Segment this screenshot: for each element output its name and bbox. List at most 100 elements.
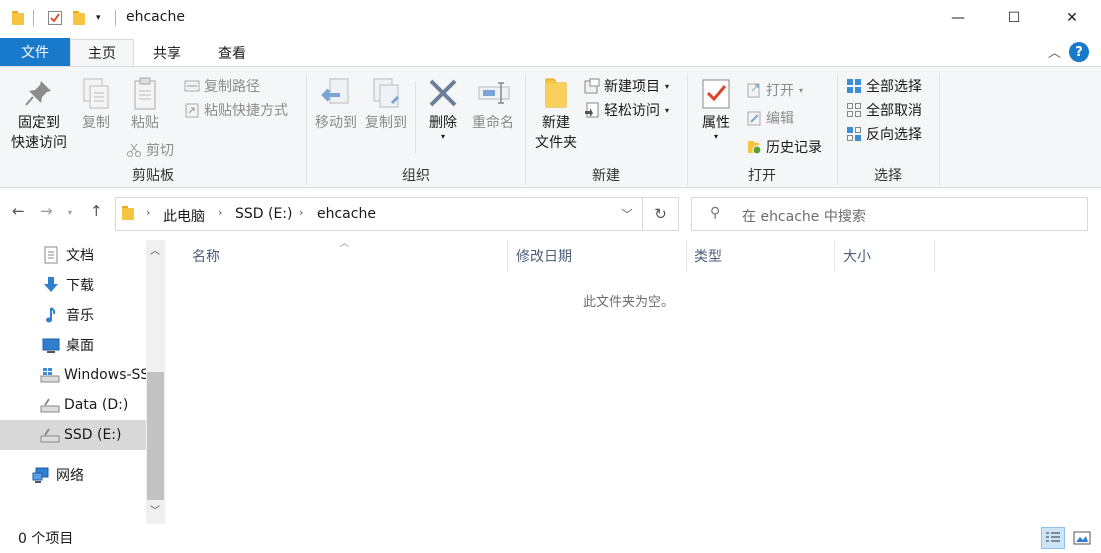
rename-button[interactable]: 重命名 — [467, 77, 519, 133]
nav-item-data-d[interactable]: Data (D:) — [0, 390, 146, 420]
refresh-icon[interactable]: ↻ — [642, 198, 678, 230]
properties-quick-icon[interactable] — [47, 9, 63, 27]
delete-x-icon — [427, 77, 459, 109]
nav-item-music[interactable]: 音乐 — [0, 300, 146, 330]
status-bar: 0 个项目 — [0, 524, 1101, 553]
group-label-open: 打开 — [748, 168, 776, 184]
delete-button[interactable]: 删除 ▾ — [421, 77, 465, 141]
cut-button[interactable]: 剪切 — [126, 139, 174, 161]
item-count: 0 个项目 — [18, 531, 74, 547]
properties-button[interactable]: 属性 ▾ — [694, 77, 738, 141]
move-to-icon — [320, 77, 352, 109]
up-arrow-icon[interactable]: ↑ — [90, 202, 103, 220]
group-select: 全部选择 全部取消 反向选择 选择 — [838, 67, 938, 188]
nav-item-desktop[interactable]: 桌面 — [0, 330, 146, 360]
select-all-icon — [846, 78, 862, 94]
large-icons-view-icon[interactable] — [1070, 527, 1094, 549]
tab-file[interactable]: 文件 — [0, 38, 70, 66]
column-header-date-modified[interactable]: 修改日期 — [516, 246, 686, 268]
copy-path-button[interactable]: 复制路径 — [184, 75, 260, 97]
music-icon — [42, 306, 60, 324]
breadcrumb-ssd-e[interactable]: SSD (E:) — [235, 206, 293, 222]
select-none-icon — [846, 102, 862, 118]
address-bar[interactable]: › 此电脑 › SSD (E:) › ehcache ﹀ ↻ — [115, 197, 679, 231]
paste-icon — [129, 77, 161, 110]
new-folder-icon — [540, 77, 572, 109]
group-label-organize: 组织 — [402, 168, 430, 184]
group-label-clipboard: 剪贴板 — [132, 168, 174, 184]
nav-item-windows-c[interactable]: Windows-SSD (C:) — [0, 360, 146, 390]
nav-item-documents[interactable]: 文档 — [0, 240, 146, 270]
nav-item-downloads[interactable]: 下载 — [0, 270, 146, 300]
copy-button[interactable]: 复制 — [74, 77, 118, 133]
paste-button[interactable]: 粘贴 — [122, 77, 168, 133]
scrollbar-thumb[interactable] — [147, 372, 164, 500]
properties-icon — [700, 77, 732, 109]
new-folder-quick-icon[interactable] — [73, 9, 85, 27]
invert-selection-button[interactable]: 反向选择 — [846, 123, 922, 145]
breadcrumb-ehcache[interactable]: ehcache — [317, 206, 376, 222]
chevron-up-icon[interactable]: ︿ — [1048, 42, 1061, 61]
group-label-select: 选择 — [874, 168, 902, 184]
search-icon: ⚲ — [710, 205, 721, 221]
properties-caret[interactable]: ▾ — [694, 133, 738, 141]
copy-to-icon — [370, 77, 402, 109]
pin-icon — [23, 77, 55, 109]
folder-icon — [12, 9, 24, 27]
drive-icon — [40, 396, 60, 414]
select-all-button[interactable]: 全部选择 — [846, 75, 922, 97]
scroll-up-icon[interactable]: ︿ — [150, 242, 160, 257]
column-header-size[interactable]: 大小 — [843, 246, 933, 268]
history-icon — [746, 139, 762, 155]
navigation-pane: 文档 下载 音乐 桌面 Windows-SSD (C:) Data (D:) S… — [0, 240, 168, 524]
address-row: ← → ▾ ↑ › 此电脑 › SSD (E:) › ehcache ﹀ ↻ ⚲… — [0, 188, 1101, 240]
group-open: 属性 ▾ 打开 ▾ 编辑 历史记录 打开 — [688, 67, 836, 188]
delete-caret[interactable]: ▾ — [421, 133, 465, 141]
move-to-button[interactable]: 移动到 — [311, 77, 361, 133]
breadcrumb-this-pc[interactable]: 此电脑 — [163, 206, 205, 226]
nav-pane-scrollbar[interactable]: ︿ ﹀ — [146, 240, 165, 524]
column-header-type[interactable]: 类型 — [694, 246, 834, 268]
help-icon[interactable]: ? — [1069, 42, 1089, 62]
edit-icon — [746, 110, 762, 126]
group-clipboard: 固定到 快速访问 复制 粘贴 复制路径 粘贴快捷方式 剪切 剪贴板 — [0, 67, 306, 188]
details-view-icon[interactable] — [1041, 527, 1065, 549]
address-history-chevron-icon[interactable]: ﹀ — [612, 198, 642, 230]
new-folder-button[interactable]: 新建 文件夹 — [528, 77, 584, 153]
tab-home[interactable]: 主页 — [70, 39, 134, 66]
minimize-button[interactable]: — — [935, 0, 981, 36]
network-icon — [32, 466, 50, 484]
ribbon-tabs: 文件 主页 共享 查看 ︿ ? — [0, 36, 1101, 66]
paste-shortcut-icon — [184, 102, 200, 118]
new-item-icon — [584, 78, 600, 94]
rename-icon — [477, 77, 510, 109]
search-box[interactable]: ⚲ 在 ehcache 中搜索 — [691, 197, 1088, 231]
tab-view[interactable]: 查看 — [204, 40, 260, 66]
edit-button[interactable]: 编辑 — [746, 107, 794, 129]
copy-to-button[interactable]: 复制到 — [361, 77, 411, 133]
maximize-button[interactable]: ☐ — [991, 0, 1037, 36]
new-item-button[interactable]: 新建项目 ▾ — [584, 75, 669, 97]
nav-item-network[interactable]: 网络 — [0, 460, 146, 490]
drive-icon — [40, 426, 60, 444]
pin-to-quick-access-button[interactable]: 固定到 快速访问 — [4, 77, 74, 153]
search-input[interactable]: 在 ehcache 中搜索 — [742, 206, 866, 226]
recent-locations-chevron-icon[interactable]: ▾ — [68, 208, 72, 217]
forward-arrow-icon[interactable]: → — [40, 202, 53, 220]
history-button[interactable]: 历史记录 — [746, 136, 822, 158]
nav-item-ssd-e[interactable]: SSD (E:) — [0, 420, 146, 450]
paste-shortcut-button[interactable]: 粘贴快捷方式 — [184, 99, 288, 121]
back-arrow-icon[interactable]: ← — [12, 202, 25, 220]
close-button[interactable]: ✕ — [1049, 0, 1095, 36]
easy-access-button[interactable]: 轻松访问 ▾ — [584, 99, 669, 121]
column-header-name[interactable]: 名称 — [192, 246, 502, 268]
title-bar: ▾ ehcache — ☐ ✕ — [0, 0, 1101, 36]
windows-drive-icon — [40, 366, 60, 384]
select-none-button[interactable]: 全部取消 — [846, 99, 922, 121]
empty-folder-message: 此文件夹为空。 — [583, 295, 675, 310]
invert-selection-icon — [846, 126, 862, 142]
open-button[interactable]: 打开 ▾ — [746, 79, 803, 101]
scroll-down-icon[interactable]: ﹀ — [150, 502, 160, 517]
customize-quick-access-icon[interactable]: ▾ — [96, 9, 101, 27]
tab-share[interactable]: 共享 — [140, 40, 194, 66]
